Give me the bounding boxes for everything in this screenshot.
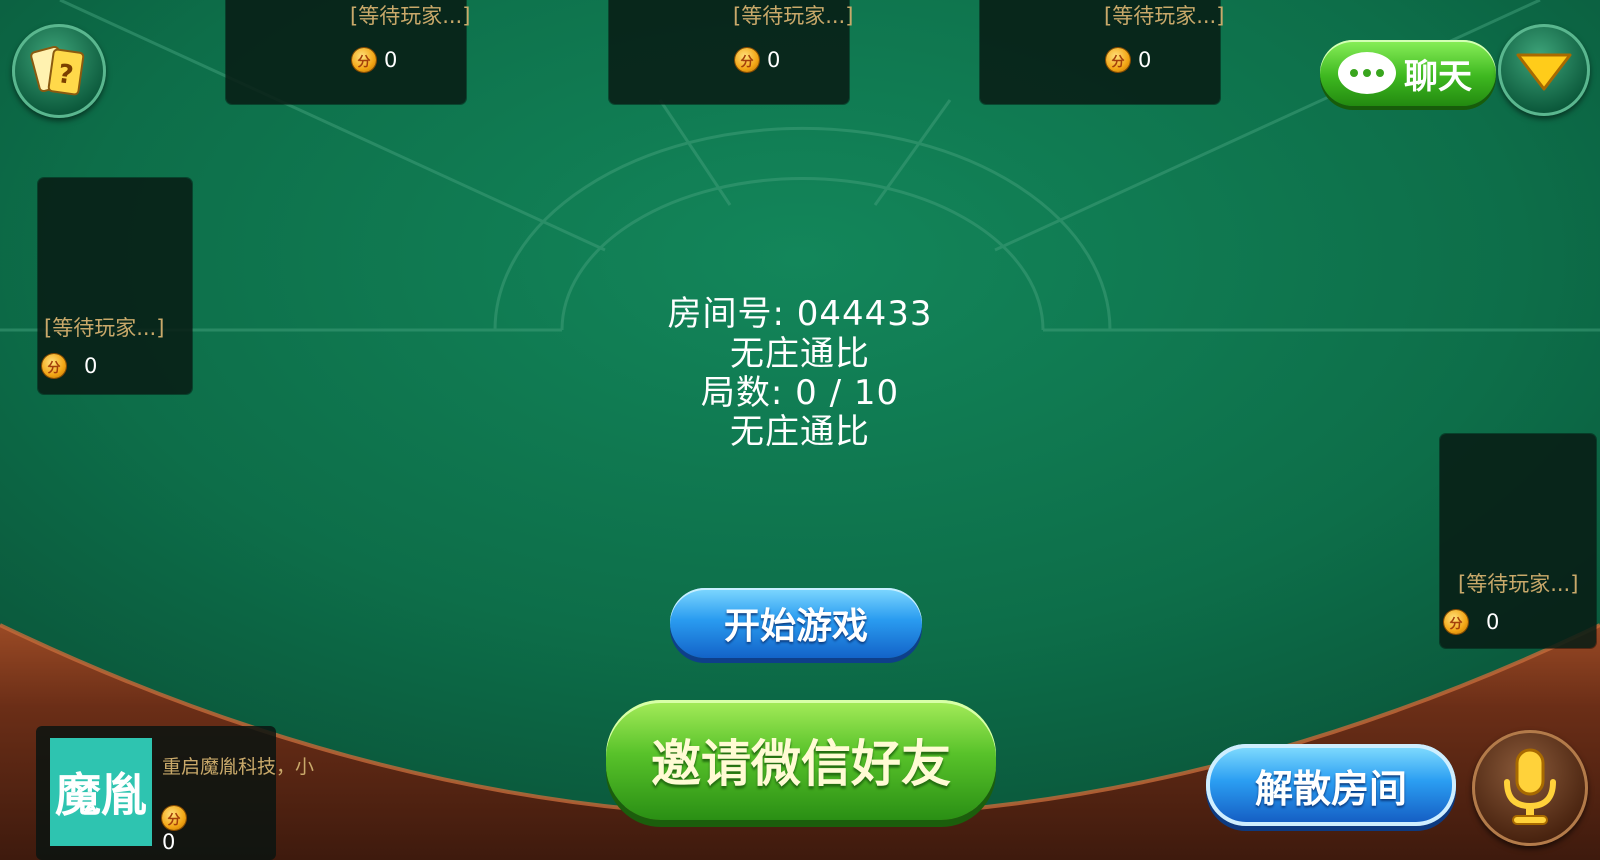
microphone-icon: [1504, 748, 1556, 825]
chat-label: 聊天: [1404, 56, 1472, 97]
seat-name: [等待玩家...]: [1104, 4, 1225, 28]
coin-icon: 分: [735, 48, 759, 72]
coin-icon: 分: [1444, 610, 1468, 634]
coin-icon: 分: [162, 806, 186, 830]
chat-button[interactable]: 聊天: [1320, 40, 1496, 106]
score-value: 0: [162, 830, 176, 854]
dissolve-label: 解散房间: [1254, 766, 1407, 811]
coin-icon: 分: [1106, 48, 1130, 72]
score-value: 0: [384, 48, 398, 72]
player-seat-top-left[interactable]: [等待玩家...] 分 0: [226, 0, 470, 104]
dissolve-room-button[interactable]: 解散房间: [1206, 744, 1456, 826]
score-value: 0: [767, 48, 781, 72]
voice-button[interactable]: [1472, 730, 1588, 846]
seat-score: 分 0: [352, 48, 397, 72]
coin-icon: 分: [352, 48, 376, 72]
start-game-label: 开始游戏: [723, 606, 868, 647]
self-score: 分 0: [162, 806, 186, 854]
chevron-down-icon: [1516, 53, 1572, 91]
player-seat-top-right[interactable]: [等待玩家...] 分 0: [980, 0, 1224, 104]
invite-wechat-friends-button[interactable]: 邀请微信好友: [606, 700, 996, 820]
avatar[interactable]: 魔胤: [50, 738, 152, 846]
self-player-panel: 魔胤 重启魔胤科技，小 分 0: [36, 726, 314, 860]
game-mode-secondary: 无庄通比: [730, 412, 870, 452]
seat-name: [等待玩家...]: [1458, 572, 1579, 596]
seat-name: [等待玩家...]: [350, 4, 471, 28]
rules-card-icon: ?: [30, 45, 85, 96]
start-game-button[interactable]: 开始游戏: [670, 588, 922, 658]
self-player-name: 重启魔胤科技，小: [162, 756, 315, 778]
rules-button[interactable]: ?: [12, 24, 106, 118]
player-seat-right[interactable]: [等待玩家...] 分 0: [1440, 434, 1596, 648]
score-value: 0: [1486, 610, 1500, 634]
menu-dropdown-button[interactable]: [1498, 24, 1590, 116]
seat-name: [等待玩家...]: [733, 4, 854, 28]
seat-score: 分 0: [1444, 610, 1499, 634]
player-seat-top-center[interactable]: [等待玩家...] 分 0: [609, 0, 853, 104]
seat-score: 分 0: [735, 48, 780, 72]
score-value: 0: [1138, 48, 1152, 72]
chat-bubble-icon: [1338, 52, 1396, 94]
seat-score: 分 0: [1106, 48, 1151, 72]
invite-label: 邀请微信好友: [651, 735, 951, 793]
